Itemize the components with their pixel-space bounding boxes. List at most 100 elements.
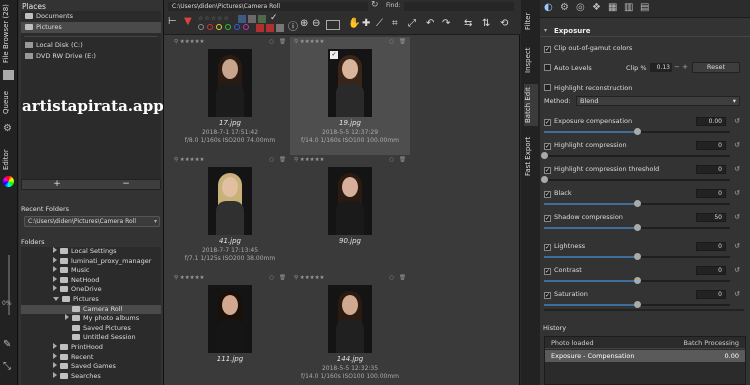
crop-icon[interactable]: ⌗ [392, 18, 398, 29]
param-value-input[interactable]: 0 [696, 290, 726, 299]
reset-param-icon[interactable]: ↺ [734, 242, 740, 250]
meta-tab-icon[interactable]: ▤ [640, 3, 649, 13]
folder-tree-item[interactable]: Untitled Session [21, 333, 161, 343]
rotate-left-icon[interactable]: ↶ [426, 18, 434, 29]
highlight-recon-checkbox[interactable] [544, 84, 551, 91]
thumbnail-image[interactable]: ✓ [328, 49, 372, 117]
slider-knob[interactable] [634, 128, 641, 135]
param-checkbox[interactable]: ✓ [544, 191, 551, 198]
auto-levels-checkbox[interactable] [544, 64, 551, 71]
folder-tree-item[interactable]: My photo albums [21, 314, 161, 324]
color-label-purple[interactable] [243, 24, 249, 30]
straighten-icon[interactable]: ⟋ [376, 18, 383, 29]
tab-file-browser[interactable]: File Browser (28) [2, 4, 16, 64]
flip-horizontal-icon[interactable]: ⇆ [464, 18, 472, 29]
rank-stars[interactable]: ★★★★★ [300, 275, 325, 281]
param-checkbox[interactable]: ✓ [544, 167, 551, 174]
folder-tree-item[interactable]: Camera Roll [21, 304, 161, 315]
tab-filter[interactable]: Filter [524, 6, 538, 36]
color-label-blue[interactable] [234, 24, 240, 30]
color-label-icon[interactable]: ○ [389, 39, 394, 45]
folder-tree-item[interactable]: luminati_proxy_manager [21, 256, 161, 267]
tag-icon[interactable]: ⚲ [294, 275, 298, 281]
filter-edited-icon[interactable] [238, 15, 246, 23]
filter-icon[interactable]: ▼ [184, 16, 192, 27]
rank-stars[interactable]: ★★★★★ [300, 157, 325, 163]
place-item[interactable]: Pictures [21, 22, 161, 33]
tab-queue[interactable]: Queue [2, 90, 16, 116]
resize-icon[interactable]: ⤢ [408, 18, 416, 29]
color-label-icon[interactable]: ○ [269, 157, 274, 163]
remove-place-button[interactable]: − [92, 180, 160, 189]
method-select[interactable]: Blend ▾ [576, 96, 740, 106]
expand-arrow-icon[interactable] [53, 352, 57, 359]
color-label-icon[interactable]: ○ [269, 275, 274, 281]
thumbnail-image[interactable] [208, 285, 252, 353]
tab-fast-export[interactable]: Fast Export [524, 134, 538, 178]
place-item[interactable]: Documents [21, 11, 161, 22]
folder-tree-item[interactable]: Pictures [21, 295, 161, 305]
path-input[interactable]: C:\Users\diden\Pictures\Camera Roll [168, 2, 368, 11]
slider-knob[interactable] [541, 176, 548, 183]
param-slider[interactable] [544, 301, 730, 308]
expand-arrow-icon[interactable] [53, 285, 57, 292]
advanced-tab-icon[interactable]: ❖ [592, 3, 601, 13]
raw-tab-icon[interactable]: ▥ [624, 3, 633, 13]
folder-tree-item[interactable]: Searches [21, 371, 161, 382]
param-value-input[interactable]: 0 [696, 165, 726, 174]
expand-arrow-icon[interactable] [65, 314, 69, 321]
trash-filter-icon[interactable] [256, 24, 264, 32]
expand-arrow-icon[interactable] [53, 256, 57, 263]
tag-icon[interactable]: ⚲ [294, 39, 298, 45]
place-item[interactable]: Local Disk (C:) [21, 40, 161, 51]
thumbnail-image[interactable] [328, 285, 372, 353]
refresh-icon[interactable]: ↻ [371, 1, 379, 10]
reset-param-icon[interactable]: ↺ [734, 117, 740, 125]
transform-icon[interactable]: ⤡ [3, 362, 11, 372]
param-slider[interactable] [544, 253, 730, 260]
original-icon[interactable] [276, 24, 284, 32]
clip-pct-stepper[interactable]: − + [674, 63, 688, 71]
slider-knob[interactable] [634, 253, 641, 260]
param-slider[interactable] [544, 224, 730, 231]
add-place-button[interactable]: + [22, 180, 92, 189]
folder-tree-item[interactable]: PrintHood [21, 342, 161, 353]
slider-knob[interactable] [634, 200, 641, 207]
param-checkbox[interactable]: ✓ [544, 292, 551, 299]
highlight-recon-row[interactable]: Highlight reconstruction [544, 84, 744, 96]
thumbnail-image[interactable] [208, 49, 252, 117]
folder-tree-item[interactable]: Recent [21, 352, 161, 363]
param-checkbox[interactable]: ✓ [544, 143, 551, 150]
tab-batch-edit[interactable]: Batch Edit [524, 84, 538, 126]
history-icon[interactable]: ⟲ [500, 18, 508, 29]
trash-icon[interactable]: 🗑 [279, 157, 286, 163]
color-label-icon[interactable]: ○ [269, 39, 274, 45]
folder-tree-item[interactable]: Saved Games [21, 362, 161, 372]
folder-tree-item[interactable]: OneDrive [21, 285, 161, 295]
zoom-in-icon[interactable]: ⊕ [300, 18, 308, 29]
rotate-right-icon[interactable]: ↷ [442, 18, 450, 29]
thumbnail-image[interactable] [208, 167, 252, 235]
expand-arrow-icon[interactable] [53, 371, 57, 378]
param-checkbox[interactable]: ✓ [544, 268, 551, 275]
clip-gamut-checkbox[interactable]: ✓ [544, 46, 551, 53]
rank-stars[interactable]: ★★★★★ [300, 39, 325, 45]
find-input[interactable] [404, 2, 514, 11]
rank-filter-stars[interactable]: ☆☆☆☆☆ [198, 15, 230, 22]
expand-arrow-icon[interactable] [53, 247, 57, 253]
tag-icon[interactable]: ⚲ [174, 39, 178, 45]
collapse-arrow-icon[interactable] [53, 296, 59, 301]
folder-tree-item[interactable]: Music [21, 266, 161, 276]
param-checkbox[interactable]: ✓ [544, 215, 551, 222]
trash-icon[interactable]: 🗑 [279, 275, 286, 281]
reset-param-icon[interactable]: ↺ [734, 141, 740, 149]
slider-knob[interactable] [634, 301, 641, 308]
tab-editor[interactable]: Editor [2, 146, 16, 174]
color-label-none[interactable] [198, 24, 204, 30]
tag-icon[interactable]: ⚲ [174, 275, 178, 281]
param-slider[interactable] [544, 277, 730, 284]
reset-param-icon[interactable]: ↺ [734, 266, 740, 274]
thumbnail-image[interactable] [328, 167, 372, 235]
param-value-input[interactable]: 0 [696, 266, 726, 275]
folder-tree-item[interactable]: NetHood [21, 275, 161, 286]
